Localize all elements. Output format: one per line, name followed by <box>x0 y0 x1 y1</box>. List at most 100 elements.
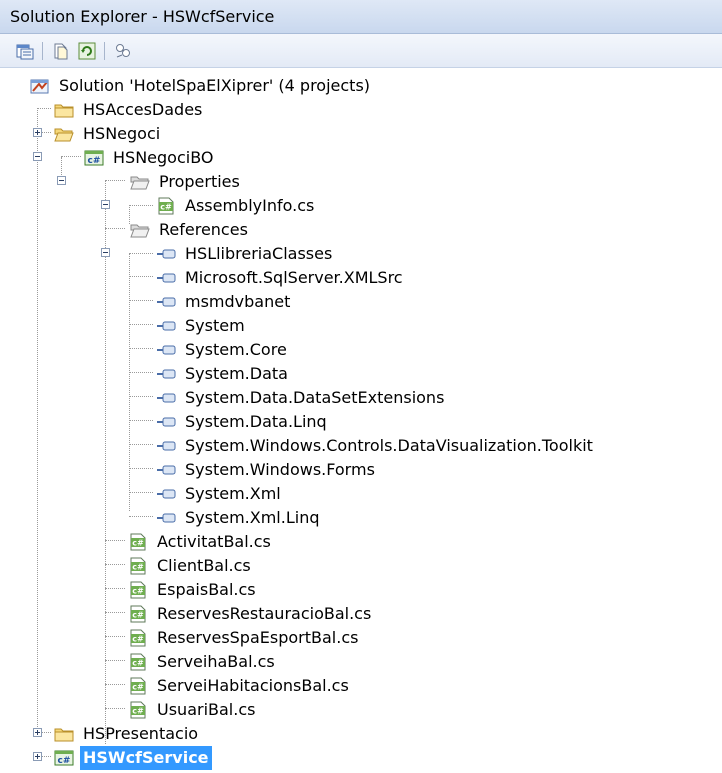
csharp-file-icon: c# <box>130 677 146 695</box>
tree-node-reference[interactable]: System.Xml.Linq <box>156 506 322 530</box>
tree-node-file[interactable]: c# ActivitatBal.cs <box>128 530 274 554</box>
folder-closed-icon <box>54 104 74 118</box>
reference-icon <box>157 345 176 355</box>
properties-icon <box>16 44 34 60</box>
tree-node-label: ServeihaBal.cs <box>157 652 275 671</box>
tree-node-label: ReservesSpaEsportBal.cs <box>157 628 359 647</box>
tree-node-hspresentacio[interactable]: HSPresentacio <box>54 722 201 746</box>
tree-node-label: ActivitatBal.cs <box>157 532 271 551</box>
tree-node-reference[interactable]: System.Xml <box>156 482 284 506</box>
tree-node-label: System.Data.DataSetExtensions <box>185 388 445 407</box>
tree-node-reference[interactable]: msmdvbanet <box>156 290 293 314</box>
svg-text:c#: c# <box>132 611 144 620</box>
svg-text:c#: c# <box>132 635 144 644</box>
tree-node-file[interactable]: c# ServeiHabitacionsBal.cs <box>128 674 352 698</box>
show-all-files-icon <box>54 43 68 60</box>
show-all-files-button[interactable] <box>50 40 72 62</box>
tree-node-file[interactable]: c# EspaisBal.cs <box>128 578 259 602</box>
svg-text:c#: c# <box>132 707 144 716</box>
tree-node-file[interactable]: c# ReservesSpaEsportBal.cs <box>128 626 361 650</box>
svg-text:c#: c# <box>132 563 144 572</box>
tree-node-label: System.Core <box>185 340 287 359</box>
svg-text:c#: c# <box>132 587 144 596</box>
reference-icon <box>157 489 176 499</box>
tree-node-label: HSNegoci <box>83 124 161 143</box>
tree-node-reference[interactable]: HSLlibreriaClasses <box>156 242 335 266</box>
tree-node-reference[interactable]: System.Windows.Controls.DataVisualizatio… <box>156 434 596 458</box>
tree-node-hsnegocibo[interactable]: c# HSNegociBO <box>84 146 216 170</box>
tree-node-label: System.Windows.Forms <box>185 460 375 479</box>
collapse-toggle-hsnegocibo[interactable] <box>57 176 66 185</box>
reference-icon <box>157 273 176 283</box>
tree-node-file[interactable]: c# UsuariBal.cs <box>128 698 258 722</box>
reference-icon <box>157 321 176 331</box>
tree-node-file[interactable]: c# ServeihaBal.cs <box>128 650 278 674</box>
class-view-button[interactable] <box>112 40 134 62</box>
csharp-project-icon: c# <box>84 150 104 166</box>
tree-node-reference[interactable]: System.Data.DataSetExtensions <box>156 386 447 410</box>
tree-node-assemblyinfo[interactable]: c# AssemblyInfo.cs <box>156 194 317 218</box>
tree-node-label: EspaisBal.cs <box>157 580 256 599</box>
tree-node-reference[interactable]: System <box>156 314 248 338</box>
tree-node-label: Solution 'HotelSpaElXiprer' (4 projects) <box>59 76 371 95</box>
expand-toggle-hswcfservice[interactable] <box>33 752 42 761</box>
csharp-file-icon: c# <box>158 197 174 215</box>
svg-text:c#: c# <box>132 659 144 668</box>
collapse-toggle-references[interactable] <box>101 248 110 257</box>
tree-node-label: HSAccesDades <box>83 100 203 119</box>
reference-icon <box>157 513 176 523</box>
tree-node-label: AssemblyInfo.cs <box>185 196 315 215</box>
expand-toggle-hspresentacio[interactable] <box>33 728 42 737</box>
csharp-file-icon: c# <box>130 653 146 671</box>
tree-node-reference[interactable]: System.Windows.Forms <box>156 458 378 482</box>
tree-node-label: ReservesRestauracioBal.cs <box>157 604 372 623</box>
tree-node-properties[interactable]: Properties <box>130 170 243 194</box>
csharp-file-icon: c# <box>130 581 146 599</box>
tree-node-reference[interactable]: Microsoft.SqlServer.XMLSrc <box>156 266 406 290</box>
csharp-file-icon: c# <box>130 533 146 551</box>
tree-node-label: System.Windows.Controls.DataVisualizatio… <box>185 436 593 455</box>
tree-node-label: Properties <box>159 172 240 191</box>
collapse-toggle-properties[interactable] <box>101 200 110 209</box>
collapse-toggle-hsnegoci[interactable] <box>33 152 42 161</box>
properties-folder-icon <box>130 176 150 190</box>
tree-node-file[interactable]: c# ClientBal.cs <box>128 554 254 578</box>
class-view-icon <box>116 44 130 58</box>
tree-node-file[interactable]: c# ReservesRestauracioBal.cs <box>128 602 374 626</box>
toolbar <box>0 34 722 68</box>
tree-node-label: msmdvbanet <box>185 292 291 311</box>
tree-node-label: System.Data <box>185 364 288 383</box>
tree-node-reference[interactable]: System.Data <box>156 362 291 386</box>
tree-node-reference[interactable]: System.Data.Linq <box>156 410 330 434</box>
tree-node-label: ServeiHabitacionsBal.cs <box>157 676 349 695</box>
svg-text:c#: c# <box>88 156 101 166</box>
svg-text:c#: c# <box>58 756 71 766</box>
refresh-button[interactable] <box>76 40 98 62</box>
svg-text:c#: c# <box>132 683 144 692</box>
properties-button[interactable] <box>14 40 36 62</box>
reference-icon <box>157 441 176 451</box>
csharp-file-icon: c# <box>130 701 146 719</box>
svg-text:c#: c# <box>132 539 144 548</box>
reference-icon <box>157 297 176 307</box>
reference-icon <box>157 465 176 475</box>
tree-node-hsnegoci[interactable]: HSNegoci <box>54 122 163 146</box>
tree-node-hswcfservice[interactable]: c# HSWcfService <box>54 746 212 770</box>
window-title: Solution Explorer - HSWcfService <box>10 7 275 26</box>
csharp-file-icon: c# <box>130 557 146 575</box>
tree-node-reference[interactable]: System.Core <box>156 338 290 362</box>
reference-icon <box>157 249 176 259</box>
tree-node-label-selected: HSWcfService <box>80 746 212 770</box>
tree-node-label: HSPresentacio <box>83 724 199 743</box>
references-folder-icon <box>130 224 150 238</box>
expand-toggle-hsaccesdades[interactable] <box>33 128 42 137</box>
tree-node-solution[interactable]: Solution 'HotelSpaElXiprer' (4 projects) <box>30 74 373 98</box>
title-bar: Solution Explorer - HSWcfService <box>0 0 722 34</box>
tree-node-hsaccesdades[interactable]: HSAccesDades <box>54 98 205 122</box>
folder-closed-icon <box>54 728 74 742</box>
reference-icon <box>157 417 176 427</box>
solution-icon <box>30 79 49 94</box>
tree-node-references[interactable]: References <box>130 218 251 242</box>
folder-open-icon <box>54 128 74 142</box>
csharp-project-icon: c# <box>54 750 74 766</box>
